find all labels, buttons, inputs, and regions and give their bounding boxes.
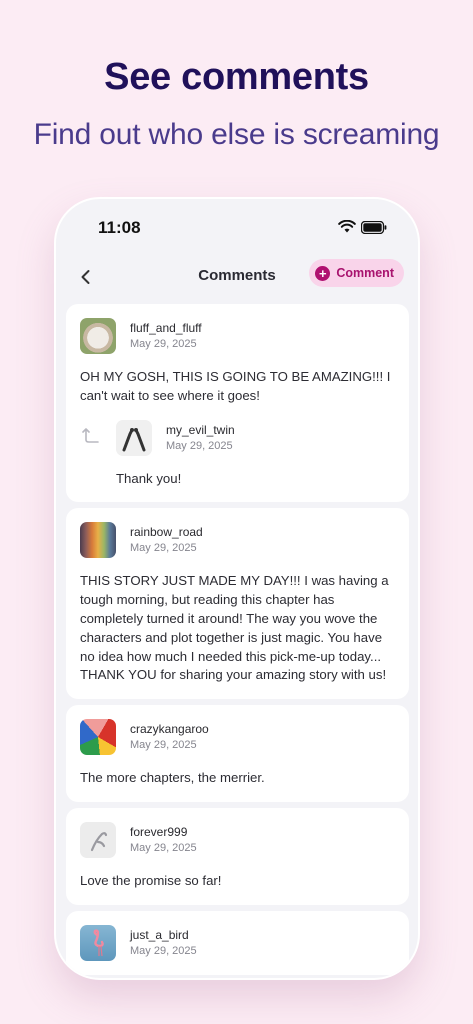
comment-card: forever999 May 29, 2025 Love the promise… (66, 807, 409, 905)
reply-arrow-icon (82, 427, 99, 443)
promo-page: See comments Find out who else is scream… (0, 0, 473, 1024)
comment-text: The more chapters, the merrier. (80, 770, 265, 786)
battery-icon (361, 221, 387, 234)
add-comment-label: Comment (336, 266, 394, 280)
comment-username[interactable]: crazykangaroo (130, 721, 209, 737)
comment-author[interactable]: forever999 May 29, 2025 (80, 821, 395, 858)
avatar[interactable] (80, 522, 116, 559)
comment-author[interactable]: just_a_bird May 29, 2025 (80, 924, 395, 961)
reply-username[interactable]: my_evil_twin (166, 422, 235, 438)
comment-card: fluff_and_fluff May 29, 2025 OH MY GOSH,… (66, 304, 409, 503)
comment-date: May 29, 2025 (130, 841, 197, 854)
wifi-icon (338, 220, 356, 233)
status-bar: 11:08 (56, 199, 418, 255)
avatar[interactable] (80, 318, 116, 354)
reply-author[interactable]: my_evil_twin May 29, 2025 (116, 419, 395, 456)
comment-card: just_a_bird May 29, 2025 (66, 910, 409, 975)
status-time: 11:08 (98, 218, 141, 237)
nav-bar: Comments + Comment (56, 255, 418, 303)
phone-frame: 11:08 Comments + Comment fluff_and_fluff… (54, 197, 420, 980)
comment-card: rainbow_road May 29, 2025 THIS STORY JUS… (66, 508, 409, 700)
avatar[interactable] (80, 719, 116, 756)
comment-author[interactable]: crazykangaroo May 29, 2025 (80, 719, 395, 756)
add-comment-button[interactable]: + Comment (309, 259, 404, 287)
comment-text: THIS STORY JUST MADE MY DAY!!! I was hav… (80, 573, 389, 683)
comment-author[interactable]: fluff_and_fluff May 29, 2025 (80, 318, 395, 354)
comment-text: OH MY GOSH, THIS IS GOING TO BE AMAZING!… (80, 369, 391, 403)
reply-text: Thank you! (116, 470, 182, 486)
comment-username[interactable]: fluff_and_fluff (130, 320, 202, 336)
comment-author[interactable]: rainbow_road May 29, 2025 (80, 522, 395, 559)
headline: See comments (104, 56, 369, 98)
avatar[interactable] (80, 924, 116, 961)
comment-date: May 29, 2025 (130, 338, 197, 350)
comment-reply: my_evil_twin May 29, 2025 Thank you! (80, 419, 395, 489)
hands-photo-icon (122, 427, 146, 452)
comment-date: May 29, 2025 (130, 739, 197, 752)
comment-date: May 29, 2025 (130, 944, 197, 957)
reply-date: May 29, 2025 (166, 439, 233, 452)
subheadline: Find out who else is screaming (33, 118, 440, 151)
plus-icon: + (315, 265, 331, 281)
comment-username[interactable]: forever999 (130, 824, 197, 840)
comment-username[interactable]: just_a_bird (130, 927, 197, 943)
hand-photo-icon (90, 832, 108, 852)
flamingo-icon (93, 929, 104, 956)
comment-list: fluff_and_fluff May 29, 2025 OH MY GOSH,… (66, 304, 409, 978)
avatar[interactable] (80, 821, 116, 858)
comment-text: Love the promise so far! (80, 872, 222, 888)
comment-username[interactable]: rainbow_road (130, 524, 203, 540)
comment-date: May 29, 2025 (130, 542, 197, 555)
avatar[interactable] (116, 419, 152, 456)
comment-card: crazykangaroo May 29, 2025 The more chap… (66, 705, 409, 802)
